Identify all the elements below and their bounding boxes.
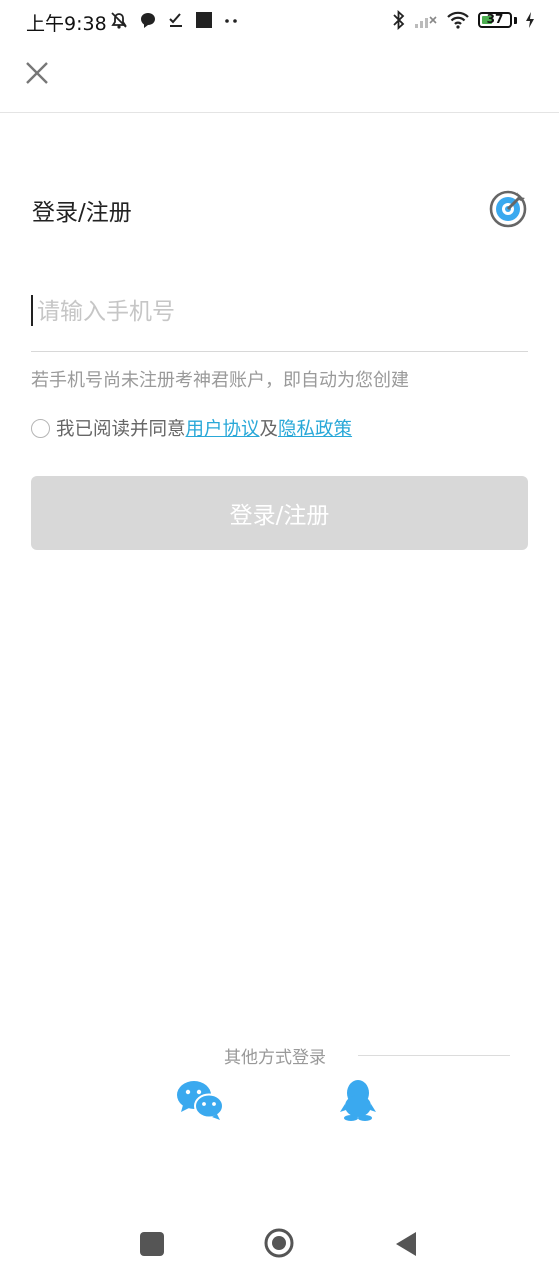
target-logo-icon [489, 190, 527, 228]
agreement-conjunction: 及 [259, 419, 279, 440]
home-icon[interactable] [263, 1227, 295, 1259]
battery-tip [514, 16, 517, 24]
agreement-checkbox[interactable] [31, 418, 50, 438]
battery-icon: 37 [478, 12, 512, 28]
more-dots-icon [225, 19, 237, 23]
signal-icon [415, 16, 437, 28]
other-login-label: 其他方式登录 [224, 1048, 326, 1068]
agreement-row: 我已阅读并同意 用户协议 及 隐私政策 [31, 415, 352, 441]
user-agreement-link[interactable]: 用户协议 [186, 415, 260, 441]
recent-apps-icon[interactable] [140, 1232, 164, 1256]
checklist-icon [169, 13, 182, 27]
close-icon[interactable] [22, 58, 52, 88]
bluetooth-icon [393, 10, 405, 30]
square-icon [196, 12, 212, 28]
other-login-row: 其他方式登录 [0, 1043, 559, 1068]
agreement-prefix: 我已阅读并同意 [56, 419, 186, 440]
phone-field [31, 283, 528, 352]
other-login-divider [358, 1055, 510, 1056]
phone-input[interactable] [31, 283, 528, 341]
wifi-icon [447, 11, 469, 29]
qq-icon[interactable] [338, 1078, 378, 1122]
wechat-icon[interactable] [175, 1078, 225, 1122]
login-register-button[interactable]: 登录/注册 [31, 476, 528, 550]
system-nav-bar [0, 1215, 559, 1271]
header-divider [0, 112, 559, 113]
charging-icon [526, 12, 534, 28]
battery-level: 37 [486, 12, 504, 26]
privacy-policy-link[interactable]: 隐私政策 [278, 415, 352, 441]
page-title: 登录/注册 [32, 200, 132, 226]
back-icon[interactable] [394, 1230, 418, 1258]
status-bar: 上午9:38 37 [0, 0, 559, 44]
bell-muted-icon [111, 12, 127, 29]
system-icons: 37 [392, 10, 535, 30]
chat-bubble-icon [141, 13, 155, 28]
register-hint: 若手机号尚未注册考神君账户，即自动为您创建 [31, 370, 409, 391]
notification-icons [109, 10, 239, 30]
status-time: 上午9:38 [26, 13, 107, 35]
